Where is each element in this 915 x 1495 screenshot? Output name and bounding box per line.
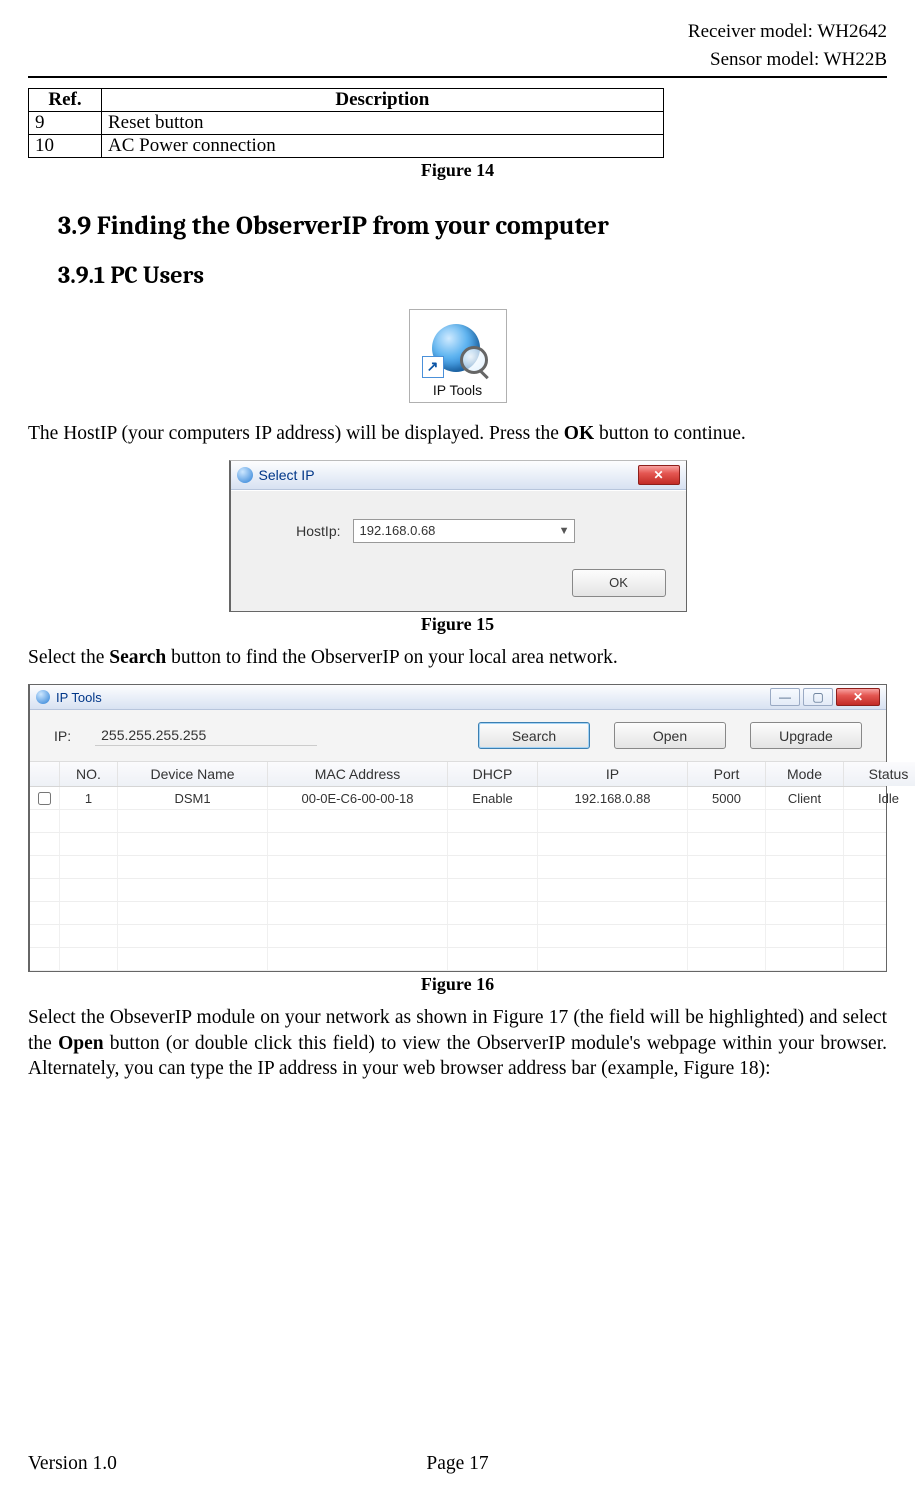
ref-cell: 9 xyxy=(29,111,102,134)
cell-mac: 00-0E-C6-00-00-18 xyxy=(268,787,448,809)
device-grid: NO. Device Name MAC Address DHCP IP Port… xyxy=(30,762,886,971)
figure-16-caption: Figure 16 xyxy=(28,974,887,995)
col-status: Status xyxy=(844,762,915,786)
host-ip-value: 192.168.0.68 xyxy=(360,523,436,538)
cell-ip: 192.168.0.88 xyxy=(538,787,688,809)
cell-mode: Client xyxy=(766,787,844,809)
cell-dhcp: Enable xyxy=(448,787,538,809)
ref-cell: 10 xyxy=(29,134,102,157)
close-button[interactable]: ✕ xyxy=(836,688,880,706)
select-ip-close-button[interactable]: ✕ xyxy=(638,465,680,485)
desc-cell: AC Power connection xyxy=(102,134,664,157)
col-port: Port xyxy=(688,762,766,786)
select-ip-title: Select IP xyxy=(259,467,315,483)
table-row[interactable] xyxy=(30,833,886,856)
open-button[interactable]: Open xyxy=(614,722,726,749)
cell-no: 1 xyxy=(60,787,118,809)
iptools-desktop-icon[interactable]: ↗ IP Tools xyxy=(409,309,507,403)
desc-cell: Reset button xyxy=(102,111,664,134)
magnifier-icon xyxy=(460,346,490,376)
col-ip: IP xyxy=(538,762,688,786)
figure-14-caption: Figure 14 xyxy=(28,160,887,181)
footer-version: Version 1.0 xyxy=(28,1453,117,1475)
figure-15-caption: Figure 15 xyxy=(28,614,887,635)
cell-device: DSM1 xyxy=(118,787,268,809)
table-row[interactable] xyxy=(30,902,886,925)
table-row[interactable] xyxy=(30,925,886,948)
col-mac: MAC Address xyxy=(268,762,448,786)
select-ip-dialog: Select IP ✕ HostIp: 192.168.0.68 ▼ OK xyxy=(229,460,687,612)
minimize-button[interactable]: — xyxy=(770,688,800,706)
iptools-title-icon xyxy=(36,690,50,704)
col-device-name: Device Name xyxy=(118,762,268,786)
upgrade-button[interactable]: Upgrade xyxy=(750,722,862,749)
col-checkbox xyxy=(30,762,60,786)
ref-table: Ref. Description 9 Reset button 10 AC Po… xyxy=(28,88,664,158)
table-row[interactable] xyxy=(30,810,886,833)
paragraph-hostip: The HostIP (your computers IP address) w… xyxy=(28,421,887,446)
chevron-down-icon: ▼ xyxy=(559,525,570,537)
iptools-icon-label: IP Tools xyxy=(414,382,502,398)
ref-table-header-desc: Description xyxy=(102,88,664,111)
table-row[interactable] xyxy=(30,856,886,879)
footer-page: Page 17 xyxy=(28,1453,887,1475)
iptools-window: IP Tools — ▢ ✕ IP: 255.255.255.255 Searc… xyxy=(28,684,887,972)
iptools-title: IP Tools xyxy=(56,690,102,705)
col-mode: Mode xyxy=(766,762,844,786)
ip-label: IP: xyxy=(54,728,71,744)
table-row: 9 Reset button xyxy=(29,111,664,134)
ref-table-header-ref: Ref. xyxy=(29,88,102,111)
cell-port: 5000 xyxy=(688,787,766,809)
table-row: 10 AC Power connection xyxy=(29,134,664,157)
header-sensor-model: Sensor model: WH22B xyxy=(28,48,887,72)
col-dhcp: DHCP xyxy=(448,762,538,786)
subsection-heading: 3.9.1 PC Users xyxy=(58,261,887,289)
table-row[interactable] xyxy=(30,948,886,971)
table-row[interactable] xyxy=(30,879,886,902)
shortcut-arrow-icon: ↗ xyxy=(422,356,444,378)
row-checkbox[interactable] xyxy=(30,787,60,809)
header-receiver-model: Receiver model: WH2642 xyxy=(28,20,887,44)
host-ip-dropdown[interactable]: 192.168.0.68 ▼ xyxy=(353,519,575,543)
ip-input[interactable]: 255.255.255.255 xyxy=(95,725,317,746)
maximize-button[interactable]: ▢ xyxy=(803,688,833,706)
col-no: NO. xyxy=(60,762,118,786)
search-button[interactable]: Search xyxy=(478,722,590,749)
grid-header-row: NO. Device Name MAC Address DHCP IP Port… xyxy=(30,762,886,787)
paragraph-search: Select the Search button to find the Obs… xyxy=(28,645,887,670)
paragraph-open: Select the ObseverIP module on your netw… xyxy=(28,1005,887,1081)
select-ip-title-icon xyxy=(237,467,253,483)
header-divider xyxy=(28,76,887,78)
host-ip-label: HostIp: xyxy=(251,523,341,539)
ok-button[interactable]: OK xyxy=(572,569,666,597)
section-heading: 3.9 Finding the ObserverIP from your com… xyxy=(58,211,887,241)
table-row[interactable]: 1 DSM1 00-0E-C6-00-00-18 Enable 192.168.… xyxy=(30,787,886,810)
cell-status: Idle xyxy=(844,787,915,809)
